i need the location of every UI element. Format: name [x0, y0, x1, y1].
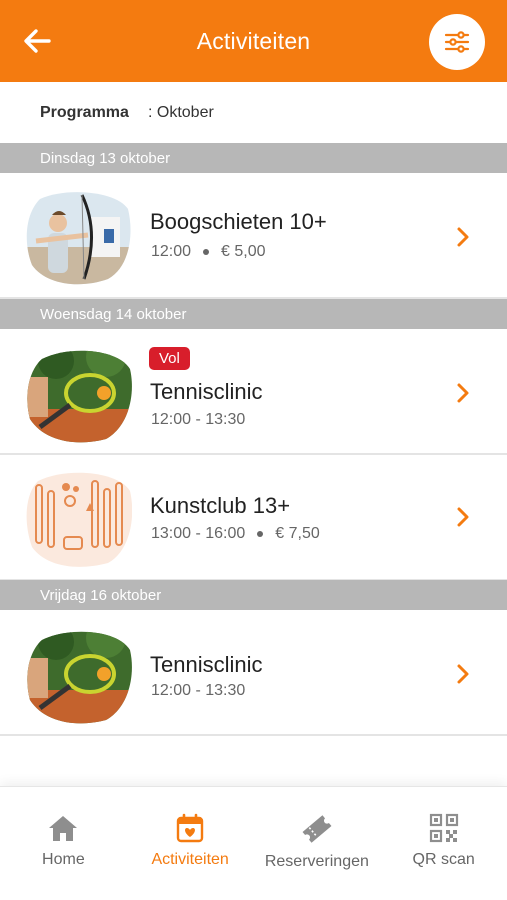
sliders-icon [444, 31, 470, 53]
program-label: Programma [40, 104, 129, 121]
activity-time: 12:00 [151, 243, 192, 260]
app-header: Activiteiten [0, 0, 507, 82]
activity-item-tennisclinic[interactable]: Tennisclinic 12:00 - 13:30 [0, 610, 507, 736]
page-title: Activiteiten [196, 27, 311, 54]
nav-item-activiteiten[interactable]: Activiteiten [130, 813, 250, 869]
nav-label: QR scan [412, 851, 475, 868]
art-supplies-thumbnail [26, 472, 132, 567]
program-selector[interactable]: Programma : Oktober [0, 82, 507, 144]
nav-label: Reserveringen [264, 853, 369, 870]
activity-time: 12:00 - 13:30 [151, 411, 246, 428]
day-header: Vrijdag 16 oktober [0, 580, 507, 610]
program-value: : Oktober [148, 104, 214, 121]
status-badge: Vol [149, 347, 190, 370]
activity-item-boogschieten[interactable]: Boogschieten 10+ 12:00 € 5,00 [0, 173, 507, 299]
separator-dot [257, 530, 264, 537]
chevron-right-icon [457, 507, 469, 527]
filter-button[interactable] [429, 14, 485, 70]
tennis-thumbnail [27, 350, 132, 443]
archery-thumbnail [26, 192, 131, 285]
activity-price: € 5,00 [221, 243, 266, 260]
bottom-navigation: Home Activiteiten Reserveringen QR scan [0, 786, 507, 900]
activity-name: Boogschieten 10+ [150, 209, 327, 234]
activity-meta: 13:00 - 16:00 € 7,50 [151, 525, 320, 543]
activity-name: Tennisclinic [150, 652, 263, 677]
chevron-right-icon [457, 227, 469, 247]
back-button[interactable] [20, 24, 54, 58]
ticket-icon [302, 815, 332, 843]
nav-item-reserveringen[interactable]: Reserveringen [257, 813, 377, 871]
tennis-thumbnail [27, 631, 132, 724]
activity-item-tennisclinic[interactable]: Vol Tennisclinic 12:00 - 13:30 [0, 329, 507, 455]
day-header: Woensdag 14 oktober [0, 299, 507, 329]
separator-dot [203, 248, 210, 255]
arrow-left-icon [24, 29, 51, 53]
nav-item-home[interactable]: Home [3, 813, 123, 869]
activity-price: € 7,50 [275, 525, 320, 542]
home-icon [49, 816, 78, 841]
nav-item-qr-scan[interactable]: QR scan [384, 813, 504, 869]
day-header: Dinsdag 13 oktober [0, 143, 507, 173]
activity-item-kunstclub[interactable]: Kunstclub 13+ 13:00 - 16:00 € 7,50 [0, 455, 507, 581]
nav-label: Home [42, 851, 85, 868]
activity-name: Kunstclub 13+ [150, 493, 291, 518]
chevron-right-icon [457, 664, 469, 684]
activity-meta: 12:00 - 13:30 [151, 682, 245, 700]
chevron-right-icon [457, 383, 469, 403]
activity-time: 12:00 - 13:30 [151, 682, 246, 699]
activity-time: 13:00 - 16:00 [151, 525, 246, 542]
nav-label: Activiteiten [151, 851, 229, 868]
qr-code-icon [429, 813, 458, 843]
calendar-heart-icon [176, 813, 204, 843]
activity-meta: 12:00 € 5,00 [151, 243, 266, 261]
activity-meta: 12:00 - 13:30 [151, 411, 245, 429]
activity-name: Tennisclinic [150, 379, 263, 404]
